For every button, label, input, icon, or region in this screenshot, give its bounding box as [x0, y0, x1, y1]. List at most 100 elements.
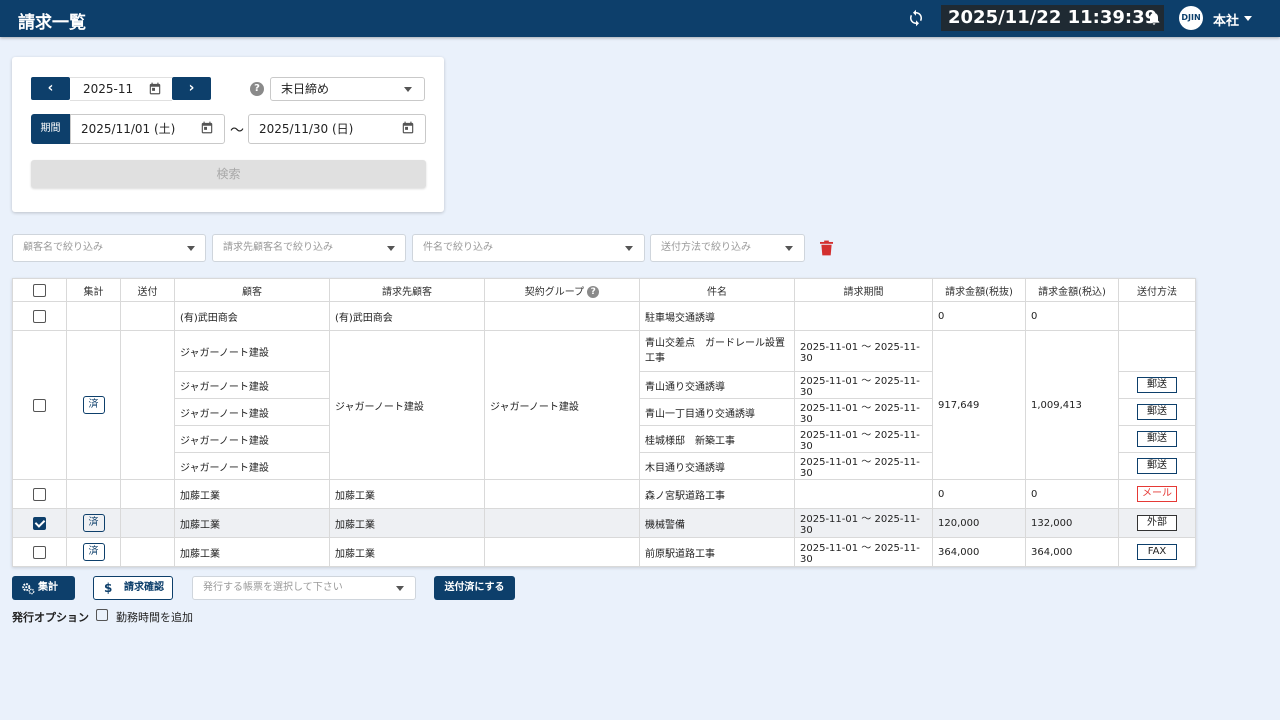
chevron-down-icon[interactable] — [404, 87, 412, 92]
closing-select[interactable]: 末日締め — [270, 77, 425, 101]
chevron-down-icon[interactable] — [187, 246, 195, 251]
aggregate-cell: 済 — [66, 330, 121, 480]
row-checkbox[interactable] — [33, 545, 46, 559]
row-checkbox[interactable] — [33, 487, 46, 501]
done-badge[interactable]: 済 — [82, 543, 105, 561]
select-all-cell[interactable] — [12, 278, 67, 302]
period-cell: 2025-11-01 ～ 2025-11-30 — [794, 330, 933, 372]
send-method-cell: FAX — [1118, 537, 1196, 567]
subject-filter-placeholder: 件名で絞り込み — [423, 242, 493, 253]
done-badge[interactable]: 済 — [82, 514, 105, 532]
invoice-confirm-button[interactable]: $ 請求確認 — [93, 576, 173, 600]
contract-group-cell — [484, 537, 640, 567]
aggregate-cell: 済 — [66, 508, 121, 538]
period-cell: 2025-11-01 ～ 2025-11-30 — [794, 398, 933, 426]
select-all-checkbox[interactable] — [33, 283, 46, 297]
row-checkbox[interactable] — [33, 516, 46, 530]
period-label: 期間 — [31, 114, 70, 144]
search-button[interactable]: 検索 — [31, 160, 426, 188]
subject-filter[interactable]: 件名で絞り込み — [412, 234, 645, 262]
send-method-tag[interactable]: FAX — [1137, 544, 1177, 560]
sent-cell — [120, 479, 175, 509]
trash-icon[interactable] — [820, 240, 833, 256]
sent-cell — [120, 330, 175, 480]
row-select-cell[interactable] — [12, 301, 67, 331]
row-checkbox[interactable] — [33, 398, 46, 412]
billing-customer-filter[interactable]: 請求先顧客名で絞り込み — [212, 234, 406, 262]
amount-in-cell: 0 — [1025, 479, 1119, 509]
row-select-cell[interactable] — [12, 479, 67, 509]
add-work-hours-checkbox[interactable] — [96, 609, 108, 621]
chevron-down-icon[interactable] — [785, 246, 793, 251]
table-row[interactable]: (有)武田商会 (有)武田商会 駐車場交通誘導 0 0 — [12, 301, 1196, 331]
period-cell: 2025-11-01 ～ 2025-11-30 — [794, 452, 933, 480]
next-month-button[interactable]: › — [172, 77, 211, 100]
chevron-down-icon[interactable] — [625, 246, 633, 251]
customer-filter[interactable]: 顧客名で絞り込み — [12, 234, 206, 262]
col-period: 請求期間 — [794, 278, 933, 302]
customer-cell: (有)武田商会 — [174, 301, 330, 331]
help-icon[interactable]: ? — [250, 82, 264, 96]
send-method-tag[interactable]: 郵送 — [1137, 431, 1177, 447]
aggregate-cell — [66, 301, 121, 331]
send-method-cell: 郵送 — [1118, 371, 1196, 399]
calendar-icon[interactable] — [148, 81, 162, 96]
subject-cell: 青山交差点 ガードレール設置工事 — [639, 330, 795, 372]
help-icon[interactable]: ? — [587, 285, 600, 298]
prev-month-button[interactable]: ‹ — [31, 77, 70, 100]
amount-in-cell: 0 — [1025, 301, 1119, 331]
date-to-field[interactable]: 2025/11/30 (日) — [248, 114, 426, 144]
amount-in-cell: 364,000 — [1025, 537, 1119, 567]
amount-ex-cell: 0 — [932, 301, 1026, 331]
search-panel: ‹ 2025-11 › ? 末日締め 期間 2025/11/01 (土) 〜 2… — [12, 57, 444, 212]
sent-cell — [120, 301, 175, 331]
send-method-tag[interactable]: 郵送 — [1137, 404, 1177, 420]
done-badge[interactable]: 済 — [82, 396, 105, 414]
col-contract-group: 契約グループ ? — [484, 278, 640, 302]
customer-cell: 加藤工業 — [174, 479, 330, 509]
customer-cell: ジャガーノート建設 — [174, 330, 330, 372]
billing-customer-cell: ジャガーノート建設 — [329, 330, 485, 480]
page-title: 請求一覧 — [18, 13, 86, 33]
send-method-tag[interactable]: メール — [1137, 486, 1177, 502]
send-method-filter[interactable]: 送付方法で絞り込み — [650, 234, 805, 262]
aggregate-button[interactable]: 集計 — [12, 576, 75, 600]
chevron-down-icon[interactable] — [387, 246, 395, 251]
send-method-tag[interactable]: 外部 — [1137, 515, 1177, 531]
table-header-row: 集計 送付 顧客 請求先顧客 契約グループ ? 件名 請求期間 請求金額(税抜)… — [12, 278, 1196, 302]
row-select-cell[interactable] — [12, 537, 67, 567]
sync-icon[interactable] — [907, 9, 925, 27]
billing-customer-cell: 加藤工業 — [329, 508, 485, 538]
amount-in-cell: 1,009,413 — [1025, 330, 1119, 480]
table-row[interactable]: 済 加藤工業 加藤工業 前原駅道路工事 2025-11-01 ～ 2025-11… — [12, 537, 1196, 567]
customer-cell: ジャガーノート建設 — [174, 398, 330, 426]
gears-icon — [22, 583, 35, 595]
send-method-cell: メール — [1118, 479, 1196, 509]
branch-selector[interactable]: 本社 — [1213, 10, 1239, 29]
calendar-icon[interactable] — [401, 120, 415, 135]
date-to-value: 2025/11/30 (日) — [259, 122, 354, 136]
table-row[interactable]: 済 加藤工業 加藤工業 機械警備 2025-11-01 ～ 2025-11-30… — [12, 508, 1196, 538]
send-method-tag[interactable]: 郵送 — [1137, 458, 1177, 474]
closing-value: 末日締め — [281, 82, 330, 96]
row-checkbox[interactable] — [33, 309, 46, 323]
row-select-cell[interactable] — [12, 330, 67, 480]
chevron-down-icon[interactable] — [1244, 16, 1252, 21]
col-subject: 件名 — [639, 278, 795, 302]
send-method-tag[interactable]: 郵送 — [1137, 377, 1177, 393]
amount-ex-cell: 364,000 — [932, 537, 1026, 567]
mark-sent-button[interactable]: 送付済にする — [434, 576, 515, 600]
chevron-down-icon[interactable] — [396, 586, 404, 591]
row-select-cell[interactable] — [12, 508, 67, 538]
subject-cell: 青山通り交通誘導 — [639, 371, 795, 399]
document-select[interactable]: 発行する帳票を選択して下さい — [192, 576, 416, 600]
avatar[interactable]: DJIN — [1179, 6, 1203, 30]
aggregate-cell: 済 — [66, 537, 121, 567]
send-method-cell — [1118, 330, 1196, 372]
issue-options-label: 発行オプション — [12, 611, 89, 624]
period-cell: 2025-11-01 ～ 2025-11-30 — [794, 425, 933, 453]
table-row[interactable]: 済 ジャガーノート建設 ジャガーノート建設 ジャガーノート建設 青山交差点 ガー… — [12, 330, 1196, 480]
calendar-icon[interactable] — [200, 120, 214, 135]
bell-icon[interactable] — [1146, 9, 1162, 27]
table-row[interactable]: 加藤工業 加藤工業 森ノ宮駅道路工事 0 0 メール — [12, 479, 1196, 509]
